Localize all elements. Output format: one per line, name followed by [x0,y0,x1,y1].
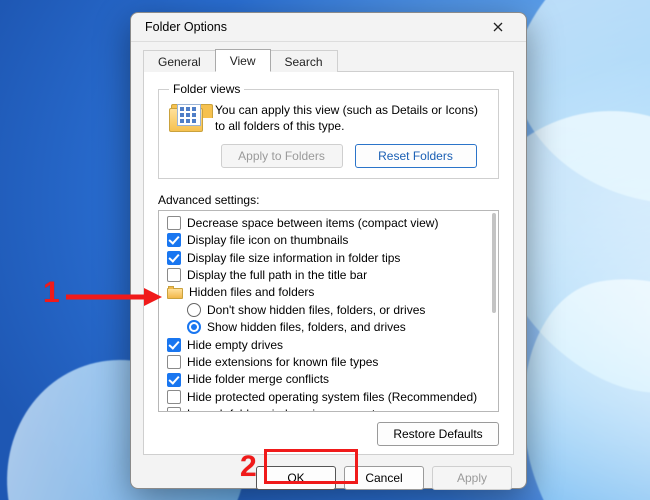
checkbox-checked[interactable] [167,251,181,265]
advanced-item[interactable]: Display the full path in the title bar [165,267,484,284]
advanced-settings-list[interactable]: Decrease space between items (compact vi… [158,210,499,412]
tab-view[interactable]: View [215,49,271,72]
advanced-item[interactable]: Don't show hidden files, folders, or dri… [165,301,484,318]
advanced-item-label: Hide protected operating system files (R… [187,390,477,404]
advanced-item[interactable]: Hide protected operating system files (R… [165,388,484,405]
title-bar[interactable]: Folder Options [131,13,526,42]
radio-selected[interactable] [187,320,201,334]
desktop-background: Folder Options General View Search Folde… [0,0,650,500]
tab-general[interactable]: General [143,50,216,72]
advanced-item-label: Display file size information in folder … [187,251,400,265]
folder-views-description: You can apply this view (such as Details… [215,102,488,134]
scrollbar-thumb[interactable] [492,213,496,313]
checkbox-checked[interactable] [167,338,181,352]
advanced-item-label: Hidden files and folders [189,285,314,299]
folder-icon [167,286,183,299]
advanced-item[interactable]: Hide empty drives [165,336,484,353]
restore-defaults-button[interactable]: Restore Defaults [377,422,499,446]
advanced-item[interactable]: Display file icon on thumbnails [165,232,484,249]
advanced-item-label: Launch folder windows in a separate proc… [187,407,427,412]
tab-search[interactable]: Search [270,50,338,72]
advanced-item-label: Hide empty drives [187,338,283,352]
advanced-item-label: Decrease space between items (compact vi… [187,216,438,230]
advanced-item[interactable]: Display file size information in folder … [165,249,484,266]
checkbox-checked[interactable] [167,373,181,387]
cancel-button[interactable]: Cancel [344,466,424,490]
tab-strip: General View Search [131,42,526,71]
advanced-item[interactable]: Decrease space between items (compact vi… [165,214,484,231]
checkbox-checked[interactable] [167,233,181,247]
apply-to-folders-button: Apply to Folders [221,144,343,168]
advanced-item-label: Hide extensions for known file types [187,355,378,369]
folder-options-dialog: Folder Options General View Search Folde… [130,12,527,489]
checkbox-unchecked[interactable] [167,216,181,230]
apply-button: Apply [432,466,512,490]
close-button[interactable] [476,13,520,41]
checkbox-unchecked[interactable] [167,355,181,369]
advanced-item-label: Hide folder merge conflicts [187,372,329,386]
advanced-item-label: Don't show hidden files, folders, or dri… [207,303,425,317]
folder-views-icon [169,104,205,134]
checkbox-unchecked[interactable] [167,390,181,404]
radio-unselected[interactable] [187,303,201,317]
advanced-settings-label: Advanced settings: [158,193,499,207]
reset-folders-button[interactable]: Reset Folders [355,144,477,168]
advanced-item[interactable]: Hide extensions for known file types [165,354,484,371]
advanced-item[interactable]: Hide folder merge conflicts [165,371,484,388]
advanced-item: Hidden files and folders [165,284,484,301]
close-icon [493,22,503,32]
advanced-item-label: Display file icon on thumbnails [187,233,348,247]
advanced-item-label: Display the full path in the title bar [187,268,367,282]
tab-pane-view: Folder views You can apply this view (su… [143,71,514,455]
dialog-title: Folder Options [145,20,476,34]
folder-views-legend: Folder views [169,82,244,96]
advanced-item[interactable]: Show hidden files, folders, and drives [165,319,484,336]
advanced-item[interactable]: Launch folder windows in a separate proc… [165,406,484,413]
annotation-number-1: 1 [43,276,60,310]
dialog-button-row: OK Cancel Apply [131,463,526,500]
folder-views-group: Folder views You can apply this view (su… [158,82,499,179]
ok-button[interactable]: OK [256,466,336,490]
checkbox-unchecked[interactable] [167,268,181,282]
checkbox-unchecked[interactable] [167,407,181,412]
advanced-item-label: Show hidden files, folders, and drives [207,320,406,334]
